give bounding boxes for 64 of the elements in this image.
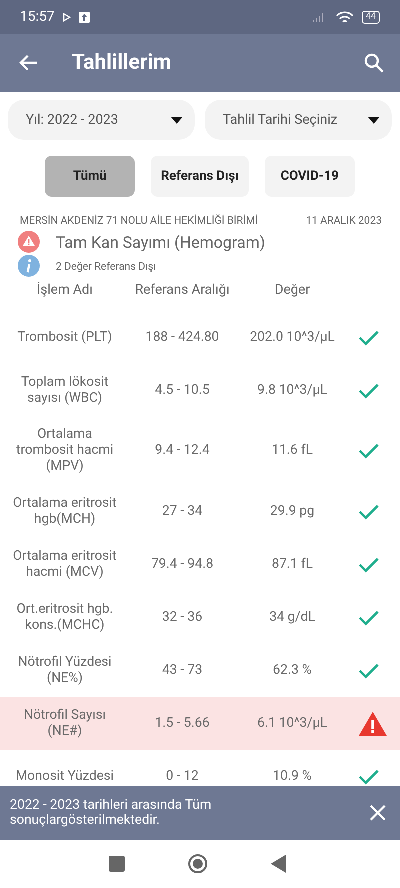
reference-range: 188 - 424.80 xyxy=(144,330,220,346)
test-item-name: Ortalama trombosit hacmi (MPV) xyxy=(15,427,115,475)
result-value: 87.1 fL xyxy=(270,556,314,572)
test-name: Tam Kan Sayımı (Hemogram) xyxy=(56,232,266,252)
reference-range: 27 - 34 xyxy=(161,504,204,520)
play-icon xyxy=(62,12,71,22)
test-item-name: Nötrofil Yüzdesi (NE%) xyxy=(17,654,113,686)
warning-icon xyxy=(358,710,388,736)
wifi-icon xyxy=(336,10,354,24)
dropdown-field[interactable]: Tahlil Tarihi Seçiniz xyxy=(205,100,392,140)
snackbar-message: 2022 - 2023 tarihleri arasında Tüm sonuçlargösterilmektedir. xyxy=(10,798,213,828)
report-date: 11 ARALIK 2023 xyxy=(306,214,382,227)
reference-range: 9.4 - 12.4 xyxy=(154,443,211,459)
reference-range: 32 - 36 xyxy=(161,610,204,626)
result-value: 10.9 % xyxy=(272,768,313,784)
test-item-name: Trombosit (PLT) xyxy=(16,330,114,346)
warning-icon xyxy=(18,231,40,253)
checkmark-icon xyxy=(358,768,380,786)
result-value: 34 g/dL xyxy=(268,610,316,626)
column-header: Referans Aralığı xyxy=(134,282,231,298)
dropdown-caret-icon xyxy=(171,116,183,124)
checkmark-icon xyxy=(358,382,380,400)
test-item-name: Ortalama eritrosit hacmi (MCV) xyxy=(12,548,118,580)
search-icon[interactable] xyxy=(364,53,384,73)
reference-range: 43 - 73 xyxy=(161,662,204,678)
back-arrow-icon[interactable] xyxy=(18,54,38,72)
column-header: Değer xyxy=(274,282,312,298)
result-value: 6.1 10^3/µL xyxy=(256,716,328,732)
result-value: 11.6 fL xyxy=(270,443,314,459)
close-icon[interactable] xyxy=(370,805,386,821)
checkmark-icon xyxy=(358,608,380,626)
checkmark-icon xyxy=(358,662,380,680)
reference-range: 4.5 - 10.5 xyxy=(154,382,211,398)
checkmark-icon xyxy=(358,328,380,346)
result-value: 62.3 % xyxy=(272,662,313,678)
test-item-name: Nötrofil Sayısı (NE#) xyxy=(22,708,108,740)
checkmark-icon xyxy=(358,502,380,520)
test-item-name: Toplam lökosit sayısı (WBC) xyxy=(20,374,110,406)
reference-range: 0 - 12 xyxy=(165,768,200,784)
column-header: İşlem Adı xyxy=(36,282,94,298)
filter-tab[interactable]: Referans Dışı xyxy=(151,156,249,197)
reference-range: 1.5 - 5.66 xyxy=(154,716,211,732)
test-item-name: Monosit Yüzdesi xyxy=(14,768,116,784)
upload-icon xyxy=(78,12,90,22)
screen-title: Tahlillerim xyxy=(72,51,172,75)
checkmark-icon xyxy=(358,556,380,574)
dropdown-field[interactable]: Yıl: 2022 - 2023 xyxy=(8,100,195,140)
institution-name: MERSİN AKDENİZ 71 NOLU AİLE HEKİMLİĞİ BİRİMİ xyxy=(20,214,258,227)
filter-tab[interactable]: Tümü xyxy=(45,156,136,197)
result-value: 9.8 10^3/µL xyxy=(256,382,328,398)
info-icon xyxy=(18,255,40,277)
dropdown-caret-icon xyxy=(368,116,380,124)
out-of-range-summary: 2 Değer Referans Dışı xyxy=(56,260,156,272)
home-icon[interactable] xyxy=(188,854,208,874)
battery-indicator: 44 xyxy=(362,10,380,24)
back-icon[interactable] xyxy=(271,855,287,873)
checkmark-icon xyxy=(358,442,380,460)
test-item-name: Ortalama eritrosit hgb(MCH) xyxy=(12,496,118,528)
test-item-name: Ort.eritrosit hgb. kons.(MCHC) xyxy=(16,602,114,634)
reference-range: 79.4 - 94.8 xyxy=(150,556,215,572)
status-time: 15:57 xyxy=(20,9,55,25)
filter-tab[interactable]: COVID-19 xyxy=(264,156,355,197)
result-value: 29.9 pg xyxy=(269,504,316,520)
result-value: 202.0 10^3/µL xyxy=(249,330,336,346)
